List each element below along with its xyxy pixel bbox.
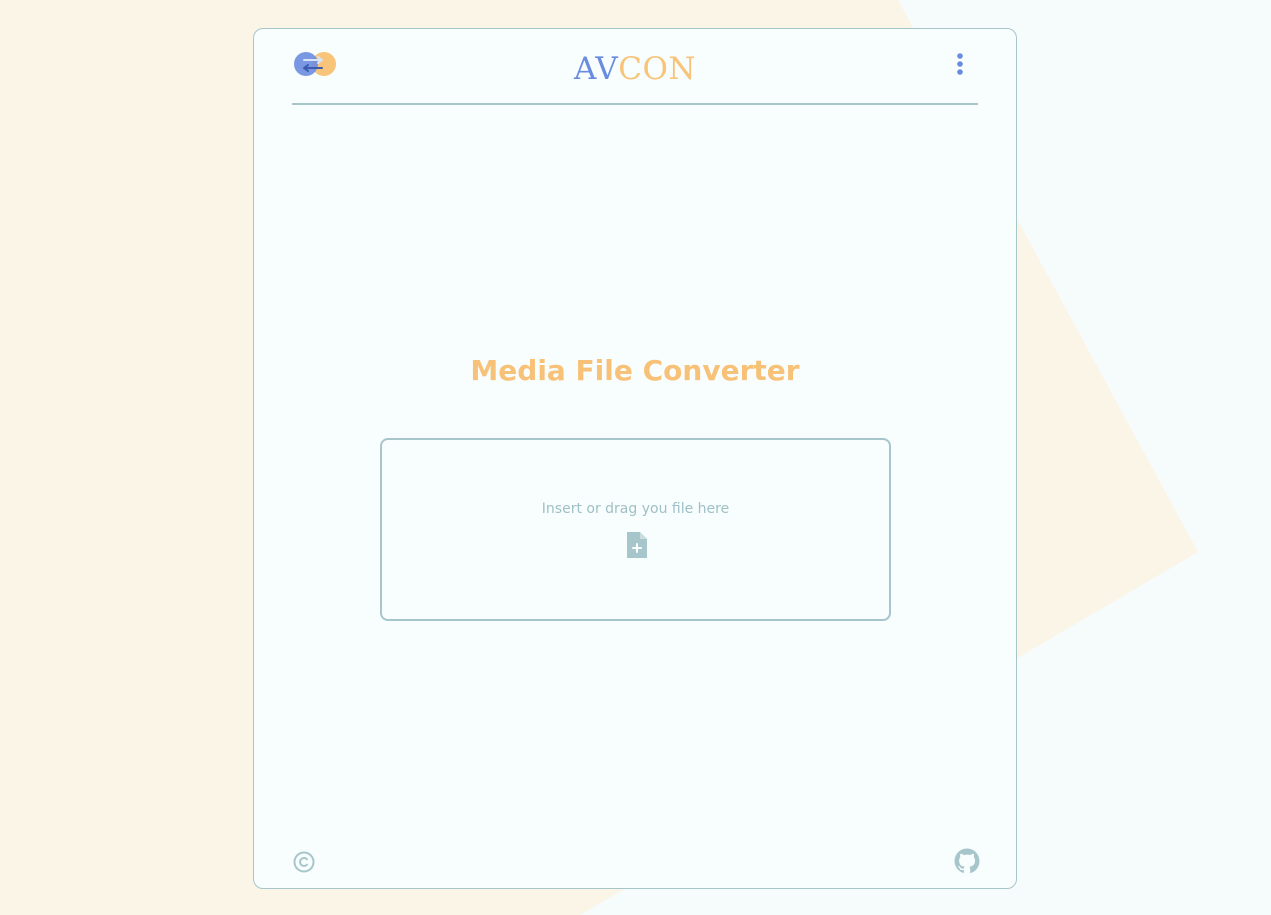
dropzone-label: Insert or drag you file here [541, 501, 730, 517]
brand-part-av: AV [574, 51, 619, 87]
github-icon[interactable] [954, 848, 980, 874]
file-dropzone[interactable]: Insert or drag you file here [380, 438, 891, 621]
file-add-icon [627, 532, 647, 558]
header: AVCON [292, 29, 978, 105]
kebab-menu-icon[interactable] [954, 51, 966, 79]
brand-logo-text: AVCON [292, 49, 978, 89]
brand-part-con: CON [618, 51, 696, 87]
page-title: Media File Converter [470, 354, 800, 387]
copyright-icon [293, 851, 315, 873]
app-card: AVCON Media File Converter Insert or dra… [253, 28, 1017, 889]
